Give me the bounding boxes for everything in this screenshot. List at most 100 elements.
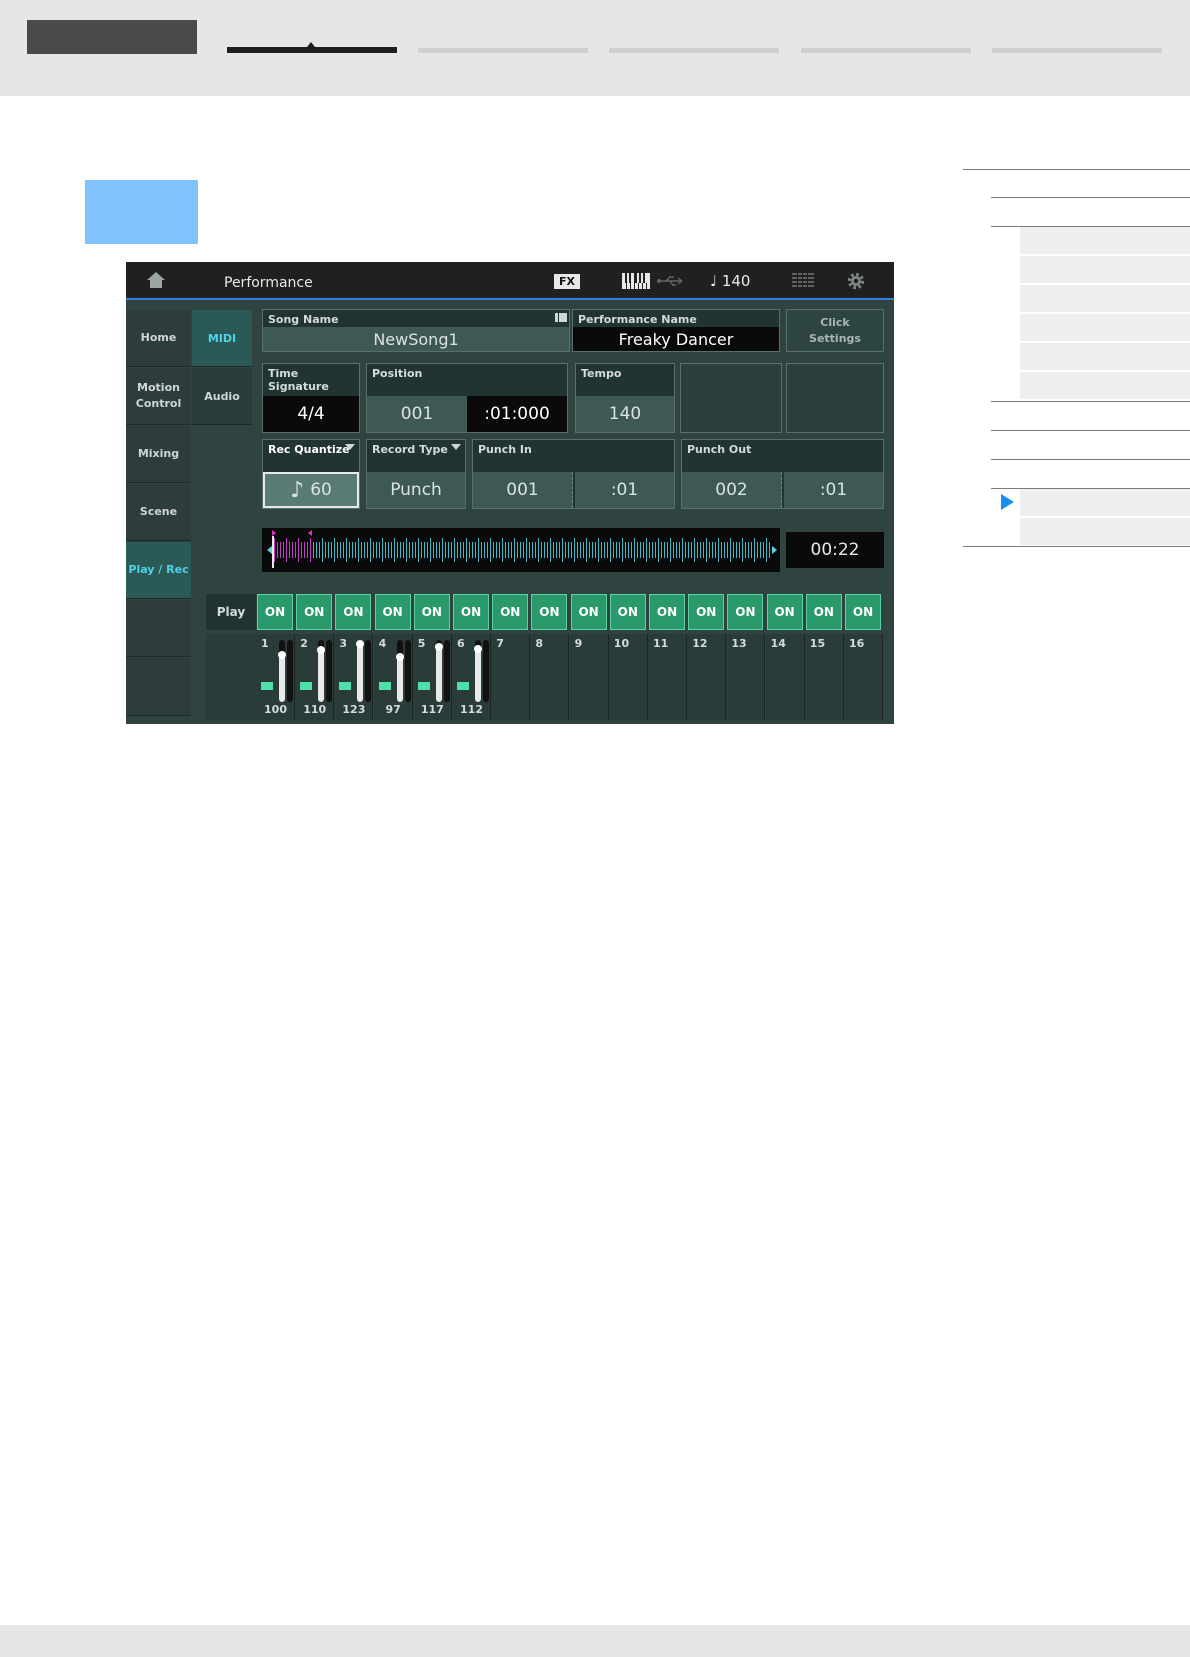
rec-quantize-value[interactable]: ♪ 60 xyxy=(263,472,359,508)
track-number: 8 xyxy=(535,637,544,650)
track-4-strip[interactable]: 4 97 xyxy=(373,634,413,720)
manual-logo xyxy=(27,20,197,54)
toc-item[interactable] xyxy=(1020,518,1190,546)
nav-tab-2[interactable] xyxy=(418,48,588,53)
track-12-strip[interactable]: 12 xyxy=(687,634,727,720)
punch-in-beat[interactable]: :01 xyxy=(575,472,674,508)
track-11-strip[interactable]: 11 xyxy=(648,634,687,720)
track-6-strip[interactable]: 6 112 xyxy=(452,634,491,720)
timeline-tick xyxy=(307,542,308,558)
track-16-play-toggle[interactable]: ON xyxy=(845,594,881,630)
volume-slider-knob[interactable] xyxy=(474,645,482,653)
track-16-strip[interactable]: 16 xyxy=(844,634,883,720)
track-10-play-toggle[interactable]: ON xyxy=(609,594,646,630)
keyboard-icon xyxy=(300,682,313,690)
toc-item[interactable] xyxy=(1020,227,1190,255)
punch-out-label: Punch Out xyxy=(687,443,752,456)
timeline-tick xyxy=(664,542,665,558)
track-2-strip[interactable]: 2 110 xyxy=(295,634,335,720)
tempo-label: Tempo xyxy=(581,367,622,380)
track-14-strip[interactable]: 14 xyxy=(765,634,805,720)
subnav-midi[interactable]: MIDI xyxy=(192,310,252,367)
track-4-play-toggle[interactable]: ON xyxy=(374,594,411,630)
track-13-play-toggle[interactable]: ON xyxy=(727,594,764,630)
position-field[interactable]: Position 001 :01:000 xyxy=(366,363,568,433)
track-14-play-toggle[interactable]: ON xyxy=(766,594,803,630)
track-9-play-toggle[interactable]: ON xyxy=(570,594,607,630)
nav-tab-3[interactable] xyxy=(609,48,779,53)
timeline-tick xyxy=(418,538,419,562)
punch-in-field[interactable]: Punch In 001 :01 xyxy=(472,439,675,509)
timeline-tick xyxy=(475,542,476,558)
home-icon[interactable] xyxy=(146,271,166,289)
gear-icon[interactable] xyxy=(846,271,866,291)
tempo-field[interactable]: Tempo 140 xyxy=(575,363,675,433)
timeline-tick xyxy=(361,542,362,558)
library-icon[interactable] xyxy=(555,313,567,322)
time-signature-field[interactable]: Time Signature 4/4 xyxy=(262,363,360,433)
punch-in-measure[interactable]: 001 xyxy=(473,472,573,508)
position-measure[interactable]: 001 xyxy=(367,396,467,432)
timeline-tick xyxy=(748,542,749,558)
track-15-play-toggle[interactable]: ON xyxy=(805,594,842,630)
screen-title: Performance xyxy=(224,275,313,291)
volume-slider-knob[interactable] xyxy=(356,640,365,648)
toc-item-current[interactable] xyxy=(1020,489,1190,517)
song-timeline[interactable] xyxy=(262,528,780,572)
track-7-play-toggle[interactable]: ON xyxy=(492,594,529,630)
track-3-strip[interactable]: 3 123 xyxy=(334,634,374,720)
track-volume: 112 xyxy=(460,703,483,716)
nav-play-rec[interactable]: Play / Rec xyxy=(126,542,191,599)
nav-home[interactable]: Home xyxy=(126,310,191,367)
timeline-tick xyxy=(649,542,650,558)
nav-mixing[interactable]: Mixing xyxy=(126,426,191,483)
nav-tab-1[interactable] xyxy=(227,42,397,53)
nav-scene[interactable]: Scene xyxy=(126,484,191,541)
nav-tab-4[interactable] xyxy=(801,48,971,53)
song-name-field[interactable]: Song Name NewSong1 xyxy=(262,309,570,352)
toc-item[interactable] xyxy=(1020,343,1190,371)
subnav-audio[interactable]: Audio xyxy=(192,368,252,425)
timeline-tick xyxy=(331,542,332,558)
track-5-play-toggle[interactable]: ON xyxy=(413,594,450,630)
nav-motion-control[interactable]: Motion Control xyxy=(126,368,191,425)
record-type-field[interactable]: Record Type Punch xyxy=(366,439,466,509)
punch-out-measure[interactable]: 002 xyxy=(682,472,782,508)
track-number: 2 xyxy=(300,637,308,650)
track-11-play-toggle[interactable]: ON xyxy=(649,594,685,630)
track-12-play-toggle[interactable]: ON xyxy=(688,594,725,630)
toc-item[interactable] xyxy=(1020,372,1190,400)
position-beat[interactable]: :01:000 xyxy=(467,396,567,432)
track-10-strip[interactable]: 10 xyxy=(608,634,648,720)
toc-item[interactable] xyxy=(1020,256,1190,284)
track-8-strip[interactable]: 8 xyxy=(530,634,570,720)
punch-out-field[interactable]: Punch Out 002 :01 xyxy=(681,439,884,509)
track-1-strip[interactable]: 1 100 xyxy=(256,634,295,720)
track-5-strip[interactable]: 5 117 xyxy=(412,634,452,720)
rec-quantize-field[interactable]: Rec Quantize ♪ 60 xyxy=(262,439,360,509)
click-settings-button[interactable]: Click Settings xyxy=(786,309,884,352)
track-8-play-toggle[interactable]: ON xyxy=(531,594,568,630)
grid-icon[interactable] xyxy=(792,273,814,289)
timeline-tick xyxy=(451,542,452,558)
track-6-play-toggle[interactable]: ON xyxy=(453,594,489,630)
track-2-play-toggle[interactable]: ON xyxy=(296,594,333,630)
timeline-tick xyxy=(607,542,608,558)
performance-name-field[interactable]: Performance Name Freaky Dancer xyxy=(572,309,780,352)
track-13-strip[interactable]: 13 xyxy=(726,634,766,720)
timeline-tick xyxy=(670,538,671,562)
usb-icon xyxy=(657,276,683,286)
volume-slider-knob[interactable] xyxy=(434,643,443,651)
track-7-strip[interactable]: 7 xyxy=(491,634,531,720)
punch-out-beat[interactable]: :01 xyxy=(784,472,883,508)
toc-item[interactable] xyxy=(1020,314,1190,342)
track-1-play-toggle[interactable]: ON xyxy=(257,594,293,630)
track-9-strip[interactable]: 9 xyxy=(569,634,609,720)
nav-tab-5[interactable] xyxy=(992,48,1162,53)
volume-slider-knob[interactable] xyxy=(278,651,286,659)
track-3-play-toggle[interactable]: ON xyxy=(335,594,372,630)
fx-icon[interactable]: FX xyxy=(554,274,580,289)
track-15-strip[interactable]: 15 xyxy=(804,634,844,720)
volume-slider-knob[interactable] xyxy=(395,653,404,661)
toc-item[interactable] xyxy=(1020,285,1190,313)
